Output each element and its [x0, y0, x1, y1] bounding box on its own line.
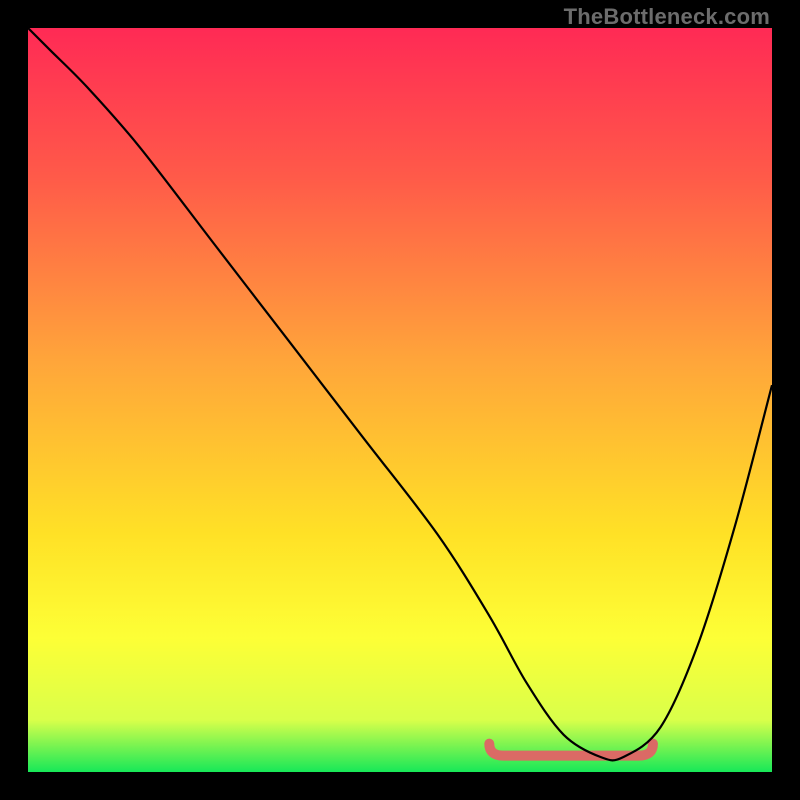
bottleneck-chart — [28, 28, 772, 772]
chart-background — [28, 28, 772, 772]
chart-frame — [28, 28, 772, 772]
watermark-text: TheBottleneck.com — [564, 4, 770, 30]
